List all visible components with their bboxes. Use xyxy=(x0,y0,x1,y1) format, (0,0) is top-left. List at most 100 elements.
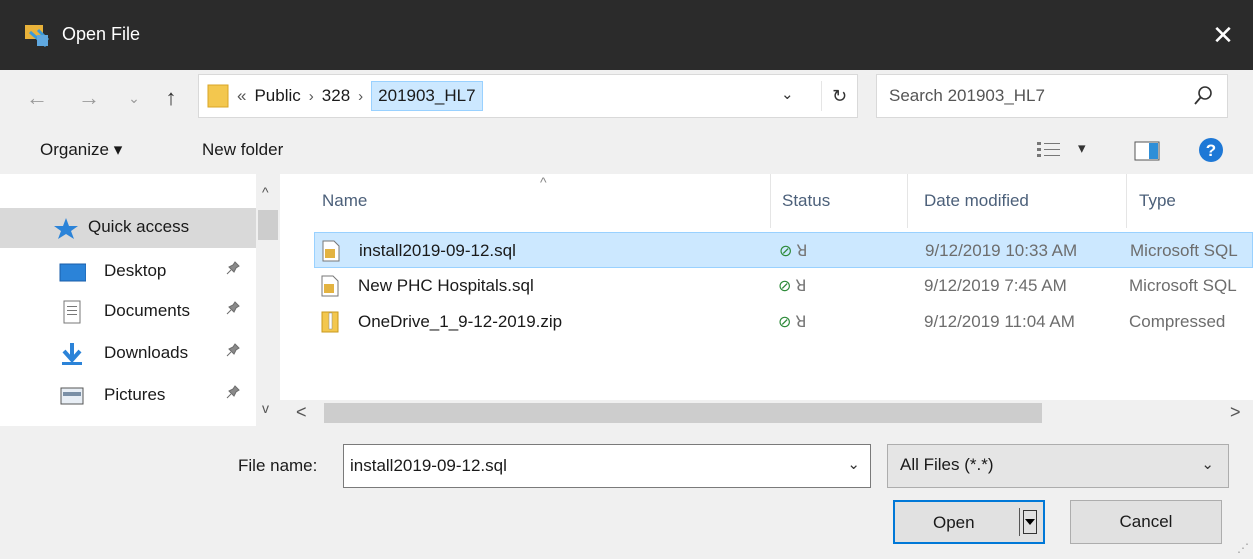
shared-person-icon: ꓤ xyxy=(796,243,808,260)
file-name: OneDrive_1_9-12-2019.zip xyxy=(358,312,563,331)
file-date: 9/12/2019 11:04 AM xyxy=(924,312,1075,331)
sql-file-icon xyxy=(321,275,339,297)
shared-person-icon: ꓤ xyxy=(795,314,807,331)
breadcrumb-separator[interactable]: › xyxy=(358,88,363,105)
search-icon[interactable] xyxy=(1193,85,1213,107)
navigation-bar: ← → ⌄ ↑ « Public › 328 › 201903_HL7 ⌄ ↻ xyxy=(0,70,1253,128)
breadcrumb-separator[interactable]: › xyxy=(309,88,314,105)
sidebar-item-label: Pictures xyxy=(104,385,166,404)
chevron-down-icon: ⌄ xyxy=(128,89,140,106)
sidebar-item-desktop[interactable]: Desktop xyxy=(0,252,256,292)
caret-down-icon xyxy=(1025,519,1035,525)
file-row[interactable]: install2019-09-12.sql ⊘ ꓤ 9/12/2019 10:33… xyxy=(314,232,1253,268)
file-type: Microsoft SQL xyxy=(1130,241,1238,260)
open-options-button[interactable] xyxy=(1023,510,1037,534)
file-list: ^ Name Status Date modified Type install… xyxy=(280,174,1253,426)
pin-icon[interactable] xyxy=(226,301,240,319)
breadcrumb: « Public › 328 › 201903_HL7 xyxy=(237,75,483,117)
breadcrumb-328[interactable]: 328 xyxy=(322,86,350,106)
column-type-label: Type xyxy=(1139,191,1176,210)
view-dropdown-icon: ▾ xyxy=(1078,140,1086,157)
help-icon[interactable]: ? xyxy=(1198,137,1224,163)
window-title: Open File xyxy=(62,24,141,44)
sidebar-item-downloads[interactable]: Downloads xyxy=(0,334,256,374)
scroll-down-icon[interactable]: v xyxy=(262,400,269,416)
content-area: Quick access Desktop Documents Downloads… xyxy=(0,174,1253,426)
sidebar-item-label: Quick access xyxy=(88,217,190,236)
sidebar-item-quick-access[interactable]: Quick access xyxy=(0,208,256,248)
file-name: New PHC Hospitals.sql xyxy=(358,276,534,295)
cancel-button[interactable]: Cancel xyxy=(1070,500,1222,544)
back-arrow-icon: ← xyxy=(26,85,48,110)
breadcrumb-current[interactable]: 201903_HL7 xyxy=(371,81,483,111)
file-row[interactable]: OneDrive_1_9-12-2019.zip ⊘ ꓤ 9/12/2019 11… xyxy=(314,304,1253,340)
desktop-icon xyxy=(59,263,86,282)
column-name-label: Name xyxy=(322,191,368,210)
new-folder-button[interactable]: New folder xyxy=(202,140,283,160)
forward-arrow-icon: → xyxy=(78,85,100,110)
address-bar[interactable]: « Public › 328 › 201903_HL7 ⌄ ↻ xyxy=(198,74,858,118)
folder-icon xyxy=(207,84,229,108)
file-type: Compressed xyxy=(1129,312,1226,331)
file-name-combobox[interactable]: ⌄ xyxy=(343,444,871,488)
breadcrumb-public[interactable]: Public xyxy=(254,86,300,106)
sql-file-icon xyxy=(322,240,340,262)
open-button-label: Open xyxy=(933,513,975,532)
sidebar-item-label: Documents xyxy=(104,301,190,320)
chevron-down-icon: ⌄ xyxy=(1201,456,1214,473)
file-name-input[interactable] xyxy=(350,455,830,477)
scroll-right-icon[interactable]: > xyxy=(1230,402,1241,423)
pin-icon[interactable] xyxy=(226,261,240,279)
refresh-icon: ↻ xyxy=(831,85,848,106)
close-button[interactable]: ✕ xyxy=(1193,0,1253,70)
sidebar-item-label: Downloads xyxy=(104,343,189,362)
navigation-scrollbar[interactable]: ^ v xyxy=(256,174,280,426)
search-box[interactable] xyxy=(876,74,1228,118)
status-synced-icon: ⊘ ꓤ xyxy=(779,243,808,260)
file-type-value: All Files (*.*) xyxy=(900,455,994,474)
split-divider xyxy=(1019,508,1020,536)
scroll-left-icon[interactable]: < xyxy=(296,402,307,423)
sidebar-item-pictures[interactable]: Pictures xyxy=(0,376,256,416)
column-header-type[interactable]: Type xyxy=(1127,174,1253,228)
pin-icon[interactable] xyxy=(226,385,240,403)
command-bar: Organize ▾ New folder ▾ ? xyxy=(0,128,1253,174)
column-date-label: Date modified xyxy=(924,191,1029,210)
file-type: Microsoft SQL xyxy=(1129,276,1237,295)
up-button[interactable]: ↑ xyxy=(156,78,186,118)
change-view-button[interactable]: ▾ xyxy=(1036,140,1096,162)
column-header-date[interactable]: Date modified xyxy=(908,174,1126,228)
open-button[interactable]: Open xyxy=(893,500,1045,544)
app-icon xyxy=(25,25,50,48)
search-input[interactable] xyxy=(889,85,1169,107)
file-name: install2019-09-12.sql xyxy=(359,241,516,260)
file-date: 9/12/2019 7:45 AM xyxy=(924,276,1067,295)
up-arrow-icon: ↑ xyxy=(165,85,177,110)
refresh-button[interactable]: ↻ xyxy=(821,81,857,111)
breadcrumb-overflow[interactable]: « xyxy=(237,86,246,106)
back-button[interactable]: ← xyxy=(22,78,52,118)
scroll-up-icon[interactable]: ^ xyxy=(262,184,269,200)
pin-icon[interactable] xyxy=(226,343,240,361)
chevron-down-icon[interactable]: ⌄ xyxy=(847,455,860,473)
pictures-icon xyxy=(60,387,84,405)
file-type-select[interactable]: All Files (*.*) ⌄ xyxy=(887,444,1229,488)
file-date: 9/12/2019 10:33 AM xyxy=(925,241,1078,260)
forward-button[interactable]: → xyxy=(74,78,104,118)
column-header-status[interactable]: Status xyxy=(771,174,907,228)
details-view-icon xyxy=(1037,142,1060,157)
documents-icon xyxy=(63,300,81,324)
scroll-thumb[interactable] xyxy=(258,210,278,240)
recent-locations-button[interactable]: ⌄ xyxy=(124,78,144,118)
organize-button[interactable]: Organize ▾ xyxy=(40,140,122,160)
file-row[interactable]: New PHC Hospitals.sql ⊘ ꓤ 9/12/2019 7:45 … xyxy=(314,268,1253,304)
sidebar-item-documents[interactable]: Documents xyxy=(0,292,256,332)
sidebar-item-label: Desktop xyxy=(104,261,167,280)
resize-grip-icon[interactable]: ⋰ xyxy=(1237,541,1249,555)
address-dropdown-icon[interactable]: ⌄ xyxy=(781,85,794,103)
scroll-thumb[interactable] xyxy=(324,403,1042,423)
column-header-name[interactable]: Name xyxy=(280,174,770,228)
preview-pane-button[interactable] xyxy=(1134,140,1160,162)
dialog-footer: File name: ⌄ All Files (*.*) ⌄ Open Canc… xyxy=(0,426,1253,559)
horizontal-scrollbar[interactable]: < > xyxy=(280,400,1253,426)
